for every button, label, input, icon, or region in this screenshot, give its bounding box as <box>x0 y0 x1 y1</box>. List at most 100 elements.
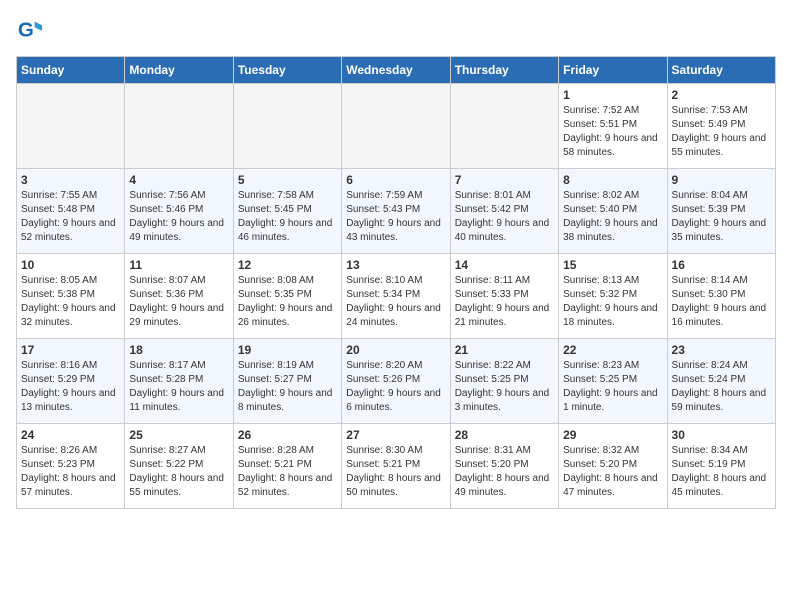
day-number: 5 <box>238 173 337 187</box>
svg-text:G: G <box>18 19 34 42</box>
day-info: Sunrise: 8:22 AMSunset: 5:25 PMDaylight:… <box>455 359 554 415</box>
calendar-cell: 13 Sunrise: 8:10 AMSunset: 5:34 PMDayligh… <box>342 254 450 339</box>
weekday-header-tuesday: Tuesday <box>233 57 341 84</box>
calendar-cell: 29 Sunrise: 8:32 AMSunset: 5:20 PMDayligh… <box>559 424 667 509</box>
weekday-header-saturday: Saturday <box>667 57 775 84</box>
day-info: Sunrise: 7:55 AMSunset: 5:48 PMDaylight:… <box>21 189 120 245</box>
calendar-cell: 21 Sunrise: 8:22 AMSunset: 5:25 PMDayligh… <box>450 339 558 424</box>
day-info: Sunrise: 8:04 AMSunset: 5:39 PMDaylight:… <box>672 189 771 245</box>
day-number: 8 <box>563 173 662 187</box>
day-info: Sunrise: 8:11 AMSunset: 5:33 PMDaylight:… <box>455 274 554 330</box>
logo: G <box>16 16 48 44</box>
day-number: 26 <box>238 428 337 442</box>
day-number: 28 <box>455 428 554 442</box>
calendar-cell <box>233 84 341 169</box>
calendar-cell: 28 Sunrise: 8:31 AMSunset: 5:20 PMDayligh… <box>450 424 558 509</box>
week-row: 17Sunrise: 8:16 AMSunset: 5:29 PMDayligh… <box>17 339 776 424</box>
calendar-cell: 15Sunrise: 8:13 AMSunset: 5:32 PMDayligh… <box>559 254 667 339</box>
day-info: Sunrise: 8:13 AMSunset: 5:32 PMDaylight:… <box>563 274 662 330</box>
day-info: Sunrise: 8:26 AMSunset: 5:23 PMDaylight:… <box>21 444 120 500</box>
day-info: Sunrise: 8:19 AMSunset: 5:27 PMDaylight:… <box>238 359 337 415</box>
day-number: 4 <box>129 173 228 187</box>
logo-icon: G <box>16 16 44 44</box>
day-number: 14 <box>455 258 554 272</box>
calendar-cell: 16 Sunrise: 8:14 AMSunset: 5:30 PMDayligh… <box>667 254 775 339</box>
calendar-cell: 22 Sunrise: 8:23 AMSunset: 5:25 PMDayligh… <box>559 339 667 424</box>
day-info: Sunrise: 8:28 AMSunset: 5:21 PMDaylight:… <box>238 444 337 500</box>
day-info: Sunrise: 8:31 AMSunset: 5:20 PMDaylight:… <box>455 444 554 500</box>
day-info: Sunrise: 8:24 AMSunset: 5:24 PMDaylight:… <box>672 359 771 415</box>
day-info: Sunrise: 8:07 AMSunset: 5:36 PMDaylight:… <box>129 274 228 330</box>
calendar-cell <box>342 84 450 169</box>
day-info: Sunrise: 8:34 AMSunset: 5:19 PMDaylight:… <box>672 444 771 500</box>
day-info: Sunrise: 8:14 AMSunset: 5:30 PMDaylight:… <box>672 274 771 330</box>
day-number: 2 <box>672 88 771 102</box>
weekday-header-monday: Monday <box>125 57 233 84</box>
calendar-cell: 11Sunrise: 8:07 AMSunset: 5:36 PMDayligh… <box>125 254 233 339</box>
day-info: Sunrise: 8:08 AMSunset: 5:35 PMDaylight:… <box>238 274 337 330</box>
day-number: 10 <box>21 258 120 272</box>
day-info: Sunrise: 8:10 AMSunset: 5:34 PMDaylight:… <box>346 274 445 330</box>
day-number: 13 <box>346 258 445 272</box>
day-info: Sunrise: 8:23 AMSunset: 5:25 PMDaylight:… <box>563 359 662 415</box>
page-header: G <box>16 16 776 44</box>
calendar-cell: 19 Sunrise: 8:19 AMSunset: 5:27 PMDayligh… <box>233 339 341 424</box>
calendar-cell: 4 Sunrise: 7:56 AMSunset: 5:46 PMDaylight… <box>125 169 233 254</box>
day-number: 23 <box>672 343 771 357</box>
day-info: Sunrise: 8:17 AMSunset: 5:28 PMDaylight:… <box>129 359 228 415</box>
header-row: SundayMondayTuesdayWednesdayThursdayFrid… <box>17 57 776 84</box>
day-number: 20 <box>346 343 445 357</box>
calendar-cell: 8Sunrise: 8:02 AMSunset: 5:40 PMDaylight… <box>559 169 667 254</box>
calendar-cell: 2Sunrise: 7:53 AMSunset: 5:49 PMDaylight… <box>667 84 775 169</box>
calendar-cell: 17Sunrise: 8:16 AMSunset: 5:29 PMDayligh… <box>17 339 125 424</box>
calendar-cell: 30Sunrise: 8:34 AMSunset: 5:19 PMDayligh… <box>667 424 775 509</box>
day-number: 24 <box>21 428 120 442</box>
day-number: 1 <box>563 88 662 102</box>
day-number: 18 <box>129 343 228 357</box>
calendar-cell: 14 Sunrise: 8:11 AMSunset: 5:33 PMDayligh… <box>450 254 558 339</box>
calendar-cell: 26 Sunrise: 8:28 AMSunset: 5:21 PMDayligh… <box>233 424 341 509</box>
calendar-cell: 20 Sunrise: 8:20 AMSunset: 5:26 PMDayligh… <box>342 339 450 424</box>
calendar-cell: 25Sunrise: 8:27 AMSunset: 5:22 PMDayligh… <box>125 424 233 509</box>
weekday-header-thursday: Thursday <box>450 57 558 84</box>
day-number: 21 <box>455 343 554 357</box>
day-info: Sunrise: 7:58 AMSunset: 5:45 PMDaylight:… <box>238 189 337 245</box>
day-info: Sunrise: 8:32 AMSunset: 5:20 PMDaylight:… <box>563 444 662 500</box>
day-info: Sunrise: 7:52 AMSunset: 5:51 PMDaylight:… <box>563 104 662 160</box>
calendar-cell: 6 Sunrise: 7:59 AMSunset: 5:43 PMDaylight… <box>342 169 450 254</box>
calendar-cell <box>17 84 125 169</box>
day-info: Sunrise: 8:01 AMSunset: 5:42 PMDaylight:… <box>455 189 554 245</box>
calendar-cell: 1 Sunrise: 7:52 AMSunset: 5:51 PMDaylight… <box>559 84 667 169</box>
day-number: 17 <box>21 343 120 357</box>
day-info: Sunrise: 7:56 AMSunset: 5:46 PMDaylight:… <box>129 189 228 245</box>
day-number: 9 <box>672 173 771 187</box>
calendar-cell <box>450 84 558 169</box>
day-number: 6 <box>346 173 445 187</box>
day-number: 3 <box>21 173 120 187</box>
weekday-header-friday: Friday <box>559 57 667 84</box>
calendar-cell <box>125 84 233 169</box>
day-info: Sunrise: 8:20 AMSunset: 5:26 PMDaylight:… <box>346 359 445 415</box>
day-number: 22 <box>563 343 662 357</box>
calendar-cell: 27 Sunrise: 8:30 AMSunset: 5:21 PMDayligh… <box>342 424 450 509</box>
calendar-cell: 9 Sunrise: 8:04 AMSunset: 5:39 PMDaylight… <box>667 169 775 254</box>
day-info: Sunrise: 8:27 AMSunset: 5:22 PMDaylight:… <box>129 444 228 500</box>
calendar-cell: 7Sunrise: 8:01 AMSunset: 5:42 PMDaylight… <box>450 169 558 254</box>
calendar-cell: 12 Sunrise: 8:08 AMSunset: 5:35 PMDayligh… <box>233 254 341 339</box>
day-info: Sunrise: 7:59 AMSunset: 5:43 PMDaylight:… <box>346 189 445 245</box>
day-number: 29 <box>563 428 662 442</box>
day-number: 16 <box>672 258 771 272</box>
week-row: 3 Sunrise: 7:55 AMSunset: 5:48 PMDaylight… <box>17 169 776 254</box>
week-row: 10 Sunrise: 8:05 AMSunset: 5:38 PMDayligh… <box>17 254 776 339</box>
day-info: Sunrise: 8:30 AMSunset: 5:21 PMDaylight:… <box>346 444 445 500</box>
day-number: 12 <box>238 258 337 272</box>
calendar-table: SundayMondayTuesdayWednesdayThursdayFrid… <box>16 56 776 509</box>
calendar-cell: 10 Sunrise: 8:05 AMSunset: 5:38 PMDayligh… <box>17 254 125 339</box>
day-info: Sunrise: 8:05 AMSunset: 5:38 PMDaylight:… <box>21 274 120 330</box>
week-row: 24 Sunrise: 8:26 AMSunset: 5:23 PMDayligh… <box>17 424 776 509</box>
day-number: 27 <box>346 428 445 442</box>
day-number: 19 <box>238 343 337 357</box>
calendar-cell: 3 Sunrise: 7:55 AMSunset: 5:48 PMDaylight… <box>17 169 125 254</box>
calendar-cell: 24 Sunrise: 8:26 AMSunset: 5:23 PMDayligh… <box>17 424 125 509</box>
weekday-header-sunday: Sunday <box>17 57 125 84</box>
